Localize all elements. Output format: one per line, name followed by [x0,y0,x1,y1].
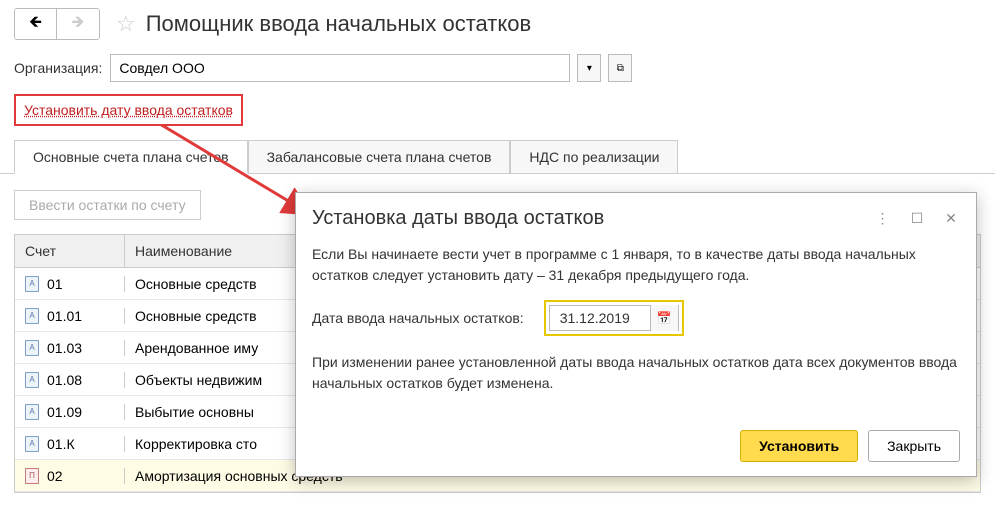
calendar-button[interactable]: 📅 [650,305,678,331]
date-field-highlight: 31.12.2019 📅 [544,300,684,336]
back-button[interactable]: 🡸 [15,9,57,39]
enter-balance-button[interactable]: Ввести остатки по счету [14,190,201,220]
dialog-close-button[interactable]: ✕ [942,210,960,228]
date-label: Дата ввода начальных остатков: [312,308,524,329]
set-date-dialog: Установка даты ввода остатков ⋮ ☐ ✕ Если… [295,192,977,477]
arrow-right-icon: 🡺 [72,11,85,38]
nav-buttons: 🡸 🡺 [14,8,100,40]
account-type-icon: А [25,340,39,356]
date-value: 31.12.2019 [550,308,650,329]
account-code: 01.08 [47,372,82,388]
account-type-icon: А [25,436,39,452]
account-name: Выбытие основны [135,404,254,420]
tab-main-accounts[interactable]: Основные счета плана счетов [14,140,248,174]
tab-off-balance-accounts[interactable]: Забалансовые счета плана счетов [248,140,511,173]
page-title: Помощник ввода начальных остатков [146,11,531,37]
organization-open-button[interactable]: ⧉ [608,54,632,82]
col-header-account[interactable]: Счет [15,235,125,267]
account-name: Корректировка сто [135,436,257,452]
organization-value: Совдел ООО [119,60,561,76]
arrow-left-icon: 🡸 [29,11,42,38]
account-type-icon: А [25,308,39,324]
favorite-star-icon[interactable]: ☆ [116,11,136,37]
set-date-link[interactable]: Установить дату ввода остатков [14,94,243,126]
forward-button[interactable]: 🡺 [57,9,99,39]
tabs: Основные счета плана счетов Забалансовые… [0,130,995,174]
close-icon: ✕ [945,210,957,227]
more-vertical-icon: ⋮ [876,210,891,227]
dialog-info-2: При изменении ранее установленной даты в… [312,352,960,394]
account-name: Объекты недвижим [135,372,262,388]
maximize-icon: ☐ [911,210,924,227]
account-code: 01.01 [47,308,82,324]
tab-vat[interactable]: НДС по реализации [510,140,678,173]
account-code: 01 [47,276,63,292]
open-external-icon: ⧉ [617,63,624,74]
dialog-title: Установка даты ввода остатков [312,207,874,230]
account-type-icon: А [25,404,39,420]
account-code: 02 [47,468,63,484]
dialog-info-1: Если Вы начинаете вести учет в программе… [312,244,960,286]
account-type-icon: А [25,276,39,292]
dialog-more-button[interactable]: ⋮ [874,210,892,228]
organization-label: Организация: [14,60,102,76]
account-code: 01.К [47,436,75,452]
date-field[interactable]: 31.12.2019 📅 [549,305,679,331]
account-type-icon: А [25,372,39,388]
account-name: Основные средств [135,276,257,292]
account-code: 01.03 [47,340,82,356]
organization-dropdown-button[interactable]: ▾ [577,54,601,82]
dialog-maximize-button[interactable]: ☐ [908,210,926,228]
account-code: 01.09 [47,404,82,420]
account-type-icon: П [25,468,39,484]
close-button[interactable]: Закрыть [868,430,960,462]
account-name: Основные средств [135,308,257,324]
chevron-down-icon: ▾ [587,63,592,74]
calendar-icon: 📅 [657,311,672,325]
account-name: Арендованное иму [135,340,258,356]
organization-field[interactable]: Совдел ООО [110,54,570,82]
set-button[interactable]: Установить [740,430,858,462]
